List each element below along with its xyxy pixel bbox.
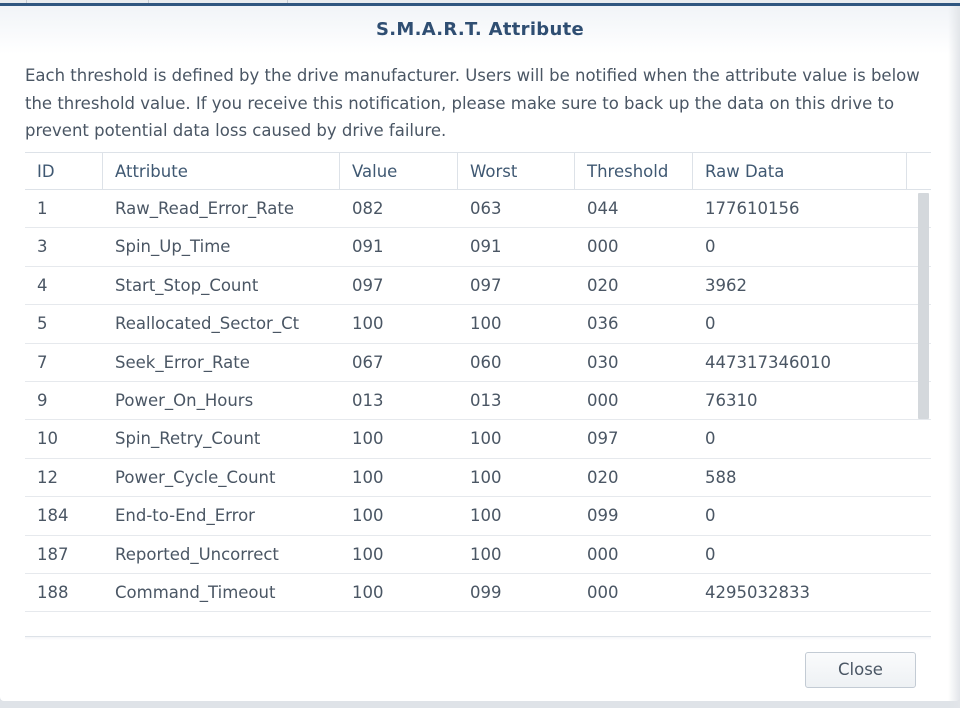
table-row[interactable]: 10 Spin_Retry_Count 100 100 097 0	[25, 420, 931, 459]
cell-id: 188	[37, 582, 69, 602]
table-row[interactable]: 5 Reallocated_Sector_Ct 100 100 036 0	[25, 305, 931, 344]
cell-raw-data: 447317346010	[705, 352, 831, 372]
cell-threshold: 044	[587, 199, 619, 218]
cell-attribute: End-to-End_Error	[115, 506, 255, 526]
cell-id: 1	[37, 199, 48, 218]
cell-worst: 097	[470, 275, 502, 295]
dialog-footer-divider	[25, 636, 931, 640]
table-row[interactable]: 3 Spin_Up_Time 091 091 000 0	[25, 228, 931, 267]
cell-value: 100	[352, 544, 384, 564]
cell-worst: 100	[470, 506, 502, 526]
cell-raw-data: 4295032833	[705, 582, 810, 602]
cell-id: 7	[37, 352, 48, 372]
cell-attribute: Start_Stop_Count	[115, 275, 259, 295]
cell-raw-data: 0	[705, 506, 716, 526]
cell-value: 091	[352, 237, 384, 257]
cell-raw-data: 0	[705, 314, 716, 334]
cell-id: 3	[37, 237, 48, 257]
close-button[interactable]: Close	[805, 652, 916, 688]
dialog-title: S.M.A.R.T. Attribute	[0, 6, 960, 54]
cell-attribute: Seek_Error_Rate	[115, 352, 250, 372]
cell-worst: 063	[470, 199, 502, 218]
cell-attribute: Power_On_Hours	[115, 390, 254, 410]
column-header-value[interactable]: Value	[340, 153, 458, 190]
cell-value: 100	[352, 582, 384, 602]
cell-threshold: 020	[587, 467, 619, 487]
cell-value: 067	[352, 352, 384, 372]
table-header: ID Attribute Value Worst Threshold Raw D…	[25, 152, 931, 190]
table-row[interactable]: 12 Power_Cycle_Count 100 100 020 588	[25, 459, 931, 498]
cell-value: 100	[352, 314, 384, 334]
cell-threshold: 000	[587, 237, 619, 257]
cell-attribute: Command_Timeout	[115, 582, 276, 602]
column-header-attribute[interactable]: Attribute	[103, 153, 340, 190]
column-header-id[interactable]: ID	[25, 153, 103, 190]
dialog-description: Each threshold is defined by the drive m…	[25, 66, 920, 140]
table-row[interactable]: 9 Power_On_Hours 013 013 000 76310	[25, 382, 931, 421]
cell-raw-data: 3962	[705, 275, 747, 295]
table-row[interactable]: 7 Seek_Error_Rate 067 060 030 447317346010	[25, 344, 931, 382]
cell-worst: 100	[470, 544, 502, 564]
cell-attribute: Reported_Uncorrect	[115, 544, 279, 564]
cell-raw-data: 0	[705, 237, 716, 257]
column-header-worst[interactable]: Worst	[458, 153, 575, 190]
cell-attribute: Spin_Up_Time	[115, 237, 231, 257]
cell-threshold: 036	[587, 314, 619, 334]
cell-threshold: 000	[587, 582, 619, 602]
cell-raw-data: 177610156	[705, 199, 800, 218]
cell-id: 4	[37, 275, 48, 295]
table-row[interactable]: 184 End-to-End_Error 100 100 099 0	[25, 497, 931, 536]
cell-attribute: Spin_Retry_Count	[115, 429, 261, 449]
cell-value: 013	[352, 390, 384, 410]
cell-id: 9	[37, 390, 48, 410]
cell-id: 187	[37, 544, 69, 564]
cell-raw-data: 0	[705, 544, 716, 564]
table-row[interactable]: 1 Raw_Read_Error_Rate 082 063 044 177610156	[25, 190, 931, 229]
cell-id: 10	[37, 429, 58, 449]
cell-threshold: 097	[587, 429, 619, 449]
table-scrollbar[interactable]	[918, 193, 929, 419]
cell-value: 100	[352, 429, 384, 449]
cell-id: 5	[37, 314, 48, 334]
cell-threshold: 000	[587, 390, 619, 410]
cell-attribute: Reallocated_Sector_Ct	[115, 314, 300, 334]
cell-worst: 100	[470, 314, 502, 334]
cell-raw-data: 588	[705, 467, 737, 487]
cell-worst: 091	[470, 237, 502, 257]
cell-value: 100	[352, 467, 384, 487]
cell-worst: 013	[470, 390, 502, 410]
cell-threshold: 000	[587, 544, 619, 564]
cell-id: 12	[37, 467, 58, 487]
cell-id: 184	[37, 506, 69, 526]
table-row[interactable]: 187 Reported_Uncorrect 100 100 000 0	[25, 536, 931, 574]
cell-attribute: Raw_Read_Error_Rate	[115, 199, 294, 218]
table-row[interactable]: 188 Command_Timeout 100 099 000 4295032833	[25, 574, 931, 613]
cell-threshold: 020	[587, 275, 619, 295]
cell-worst: 060	[470, 352, 502, 372]
column-header-raw-data[interactable]: Raw Data	[693, 153, 907, 190]
dialog-edge-shadow	[948, 6, 960, 708]
cell-value: 097	[352, 275, 384, 295]
cell-worst: 099	[470, 582, 502, 602]
cell-worst: 100	[470, 467, 502, 487]
cell-attribute: Power_Cycle_Count	[115, 467, 276, 487]
table-body: 1 Raw_Read_Error_Rate 082 063 044 177610156 3 S…	[25, 190, 931, 613]
table-row[interactable]: 4 Start_Stop_Count 097 097 020 3962	[25, 267, 931, 306]
cell-raw-data: 76310	[705, 390, 758, 410]
column-header-threshold[interactable]: Threshold	[575, 153, 693, 190]
cell-value: 082	[352, 199, 384, 218]
cell-value: 100	[352, 506, 384, 526]
cell-threshold: 099	[587, 506, 619, 526]
cell-raw-data: 0	[705, 429, 716, 449]
smart-attribute-table: ID Attribute Value Worst Threshold Raw D…	[25, 152, 931, 636]
cell-threshold: 030	[587, 352, 619, 372]
cell-worst: 100	[470, 429, 502, 449]
